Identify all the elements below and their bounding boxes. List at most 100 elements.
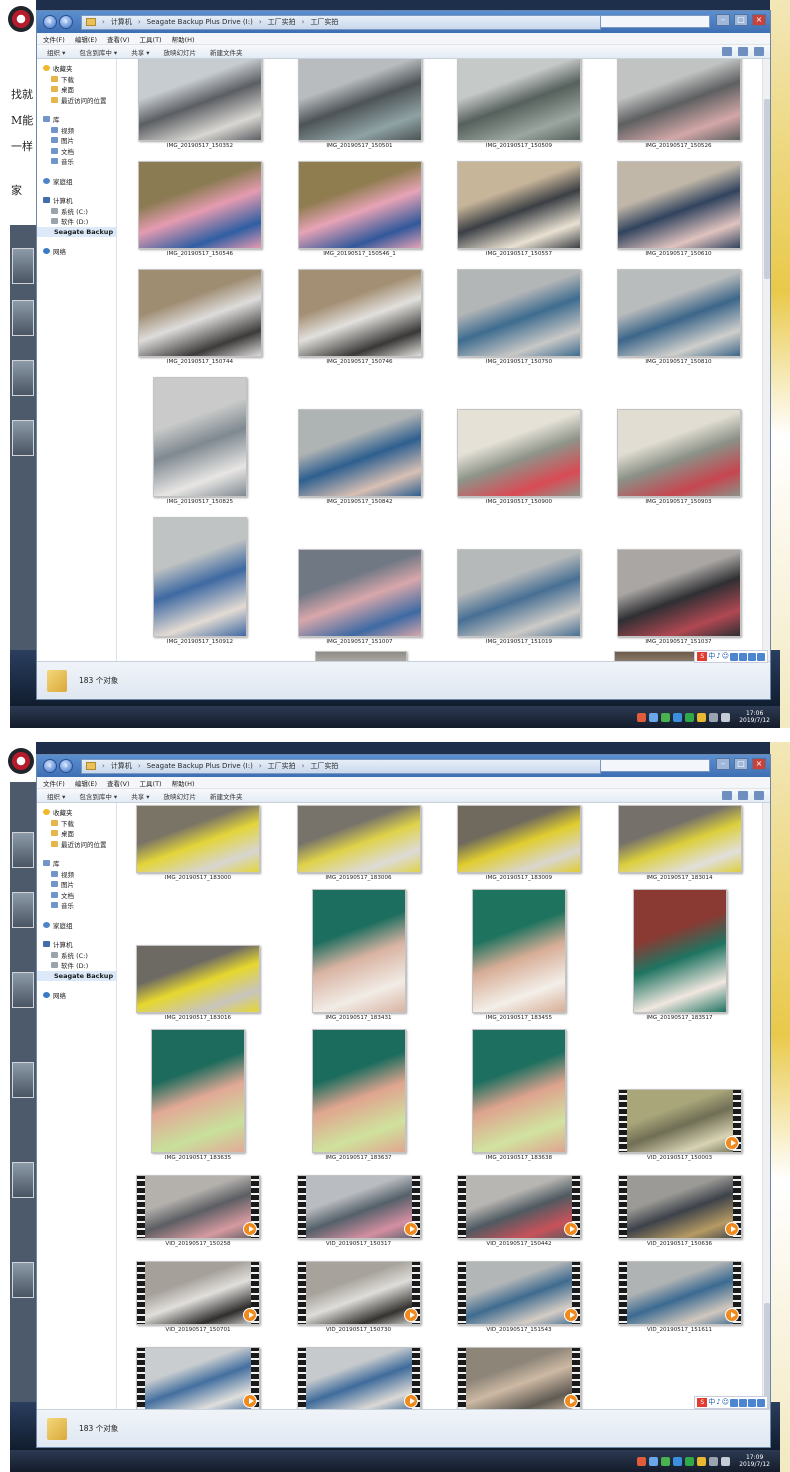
image-file-tile[interactable]: IMG_20190517_150501 (285, 59, 435, 153)
menu-item[interactable]: 查看(V) (107, 778, 130, 788)
nav-item[interactable]: 音乐 (37, 156, 116, 167)
image-file-tile[interactable]: IMG_20190517_150746 (285, 261, 435, 369)
image-file-tile[interactable]: IMG_20190517_150903 (604, 369, 754, 509)
nav-item[interactable]: 收藏夹 (37, 807, 116, 818)
view-options-icon[interactable] (722, 791, 732, 800)
image-file-tile[interactable]: IMG_20190517_150744 (125, 261, 275, 369)
play-icon[interactable] (243, 1308, 257, 1322)
preview-pane-icon[interactable] (738, 791, 748, 800)
browser-logo-icon[interactable] (8, 6, 34, 32)
play-icon[interactable] (564, 1308, 578, 1322)
play-icon[interactable] (724, 1136, 739, 1150)
taskbar-clock[interactable]: 17:09 2019/7/12 (739, 1454, 770, 1468)
file-name[interactable]: IMG_20190517_150746 (285, 359, 435, 365)
nav-item[interactable]: 图片 (37, 879, 116, 890)
explorer-window[interactable]: ‹ › › 计算机 › Seagate Backup Plus Drive (I… (36, 10, 771, 700)
image-file-tile[interactable]: IMG_20190517_150912 (125, 509, 275, 649)
close-icon[interactable]: × (752, 758, 766, 770)
tray-app-icon[interactable] (697, 712, 707, 722)
play-icon[interactable] (564, 1394, 578, 1408)
file-name[interactable]: IMG_20190517_183517 (605, 1015, 755, 1021)
system-tray[interactable]: 17:09 2019/7/12 (637, 1454, 770, 1468)
image-file-tile[interactable]: IMG_20190517_150842 (285, 369, 435, 509)
video-file-tile[interactable]: VID_20190517_150701 (123, 1251, 273, 1337)
image-file-tile[interactable]: IMG_20190517_150352 (125, 59, 275, 153)
toolbar-button[interactable]: 放映幻灯片 (164, 791, 197, 801)
breadcrumb-drive[interactable]: Seagate Backup Plus Drive (I:) (147, 762, 253, 770)
system-tray[interactable]: 17:06 2019/7/12 (637, 710, 770, 724)
ime-item[interactable]: ☺ (722, 652, 729, 661)
ime-item[interactable]: ♪ (716, 1398, 720, 1407)
video-file-tile[interactable]: VID_20190517_150003 (605, 1025, 755, 1165)
breadcrumb-subfolder[interactable]: 工厂实拍 (310, 17, 338, 27)
image-thumbnail[interactable] (616, 269, 741, 357)
taskbar-clock[interactable]: 17:06 2019/7/12 (739, 710, 770, 724)
video-file-tile[interactable]: VID_20190517_150317 (284, 1165, 434, 1251)
toolbar-button[interactable]: 包含到库中 ▾ (79, 791, 117, 801)
file-name[interactable]: IMG_20190517_150546_1 (285, 251, 435, 257)
image-thumbnail[interactable] (297, 269, 422, 357)
view-controls[interactable] (722, 47, 764, 56)
maximize-icon[interactable]: □ (734, 14, 748, 26)
scrollbar-thumb[interactable] (764, 99, 770, 279)
file-name[interactable]: VID_20190517_150317 (284, 1241, 434, 1247)
vertical-scrollbar[interactable] (762, 803, 770, 1409)
ime-item[interactable]: ♪ (716, 652, 720, 661)
breadcrumb-folder[interactable]: 工厂实拍 (268, 17, 296, 27)
help-icon[interactable] (754, 47, 764, 56)
nav-item[interactable]: 收藏夹 (37, 63, 116, 74)
image-thumbnail[interactable] (472, 1029, 566, 1153)
nav-item[interactable]: 最近访问的位置 (37, 839, 116, 850)
file-name[interactable]: IMG_20190517_150842 (285, 499, 435, 505)
image-file-tile[interactable]: IMG_20190517_150750 (444, 261, 594, 369)
search-input[interactable] (600, 759, 710, 772)
video-file-tile[interactable]: VID_20190517_160159 (284, 1337, 434, 1409)
menu-item[interactable]: 编辑(E) (75, 34, 97, 44)
image-thumbnail[interactable] (457, 161, 581, 249)
nav-item[interactable]: 桌面 (37, 84, 116, 95)
ime-toolbar[interactable]: S 中 ♪ ☺ (694, 650, 768, 663)
image-thumbnail[interactable] (472, 889, 566, 1013)
settings-icon[interactable] (757, 1398, 765, 1407)
toolbar-button[interactable]: 包含到库中 ▾ (79, 47, 117, 57)
nav-item[interactable]: 软件 (D:) (37, 960, 116, 971)
image-thumbnail[interactable] (617, 805, 742, 873)
video-file-tile[interactable]: VID_20190517_151611 (605, 1251, 755, 1337)
nav-item[interactable]: 桌面 (37, 828, 116, 839)
file-name[interactable]: IMG_20190517_151007 (285, 639, 435, 645)
tray-app-icon[interactable] (661, 712, 671, 722)
nav-item[interactable]: 文档 (37, 146, 116, 157)
file-name[interactable]: IMG_20190517_150501 (285, 143, 435, 149)
image-file-tile[interactable]: IMG_20190517_183638 (444, 1025, 594, 1165)
tray-app-icon[interactable] (661, 1456, 671, 1466)
toolbar-button[interactable]: 放映幻灯片 (164, 47, 197, 57)
toolbar-button[interactable]: 新建文件夹 (210, 791, 243, 801)
file-name[interactable]: IMG_20190517_150610 (604, 251, 754, 257)
video-file-tile[interactable]: VID_20190517_160103 (123, 1337, 273, 1409)
view-options-icon[interactable] (722, 47, 732, 56)
file-name[interactable]: IMG_20190517_183016 (123, 1015, 273, 1021)
video-thumbnail[interactable] (136, 1175, 260, 1239)
video-thumbnail[interactable] (457, 1347, 581, 1409)
video-file-tile[interactable]: VID_20190517_150258 (123, 1165, 273, 1251)
nav-item[interactable]: Seagate Backup Pl (37, 970, 116, 981)
image-thumbnail[interactable] (457, 59, 581, 141)
ime-mode[interactable]: 中 (708, 652, 715, 661)
file-name[interactable]: IMG_20190517_150744 (125, 359, 275, 365)
nav-item[interactable]: 软件 (D:) (37, 216, 116, 227)
image-thumbnail[interactable] (138, 269, 262, 357)
video-thumbnail[interactable] (296, 1261, 421, 1325)
image-thumbnail[interactable] (297, 549, 422, 637)
image-file-tile[interactable]: IMG_20190517_150546 (125, 153, 275, 261)
nav-item[interactable]: 家庭组 (37, 920, 116, 931)
file-name[interactable]: IMG_20190517_183009 (444, 875, 594, 881)
vertical-scrollbar[interactable] (762, 59, 770, 661)
nav-item[interactable]: 计算机 (37, 939, 116, 950)
image-file-tile[interactable]: IMG_20190517_183637 (284, 1025, 434, 1165)
forward-arrow-icon[interactable]: › (59, 15, 73, 29)
image-thumbnail[interactable] (138, 161, 262, 249)
image-thumbnail[interactable] (616, 59, 741, 141)
menu-item[interactable]: 文件(F) (43, 34, 65, 44)
video-thumbnail[interactable] (457, 1175, 581, 1239)
network-status-icon[interactable] (721, 1456, 731, 1466)
